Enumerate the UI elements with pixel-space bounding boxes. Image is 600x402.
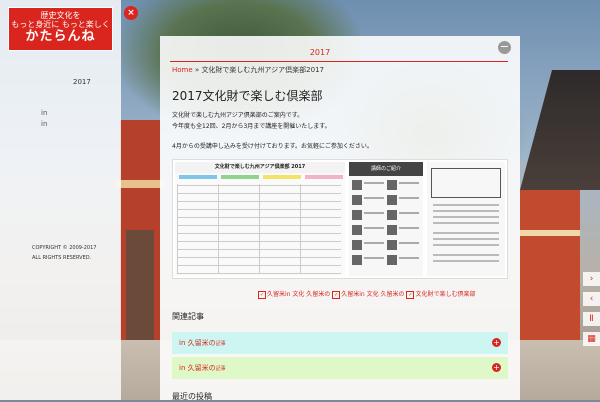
site-logo[interactable]: 歴史文化を もっと身近に もっと楽しく かたらんね — [8, 7, 113, 51]
logo-name: かたらんね — [25, 29, 96, 44]
accordion-item-2-label: in 久留米の記事 — [179, 363, 226, 373]
rights-text: ALL RIGHTS RESERVED. — [32, 255, 92, 261]
tag-3-label: 文化財で楽しむ倶楽部 — [415, 291, 476, 298]
post-title: 2017文化財で楽しむ倶楽部 — [172, 89, 323, 103]
lecturer-flyer: 講師のご紹介 — [349, 162, 423, 276]
event-flyer-image[interactable]: 文化財で楽しむ九州アジア倶楽部 2017 講師のご紹介 — [172, 159, 508, 279]
schedule-flyer: 文化財で楽しむ九州アジア倶楽部 2017 — [175, 162, 345, 276]
accordion-item-1-title: in 久留米の — [179, 339, 216, 347]
tag-3[interactable]: ✓ 文化財で楽しむ倶楽部 — [406, 290, 476, 299]
breadcrumb: Home » 文化財で楽しむ九州アジア倶楽部2017 — [172, 65, 324, 75]
tag-1-label: 久留米in 文化 久留米の — [267, 291, 331, 298]
flyer-column-blue — [179, 175, 217, 179]
panel-title: 2017 — [309, 48, 331, 57]
flyer-schedule-grid — [177, 184, 341, 274]
collapse-panel-button[interactable]: − — [498, 41, 511, 54]
accordion-item-2[interactable]: in 久留米の記事 + — [172, 357, 508, 379]
expand-icon[interactable]: + — [492, 338, 501, 347]
sidebar: 歴史文化を もっと身近に もっと楽しく かたらんね 2017 in in COP… — [0, 0, 121, 400]
copyright-text: COPYRIGHT © 2009-2017 — [32, 245, 97, 251]
accordion-item-2-sub: 記事 — [215, 366, 226, 372]
breadcrumb-home[interactable]: Home — [172, 66, 193, 74]
check-icon: ✓ — [332, 290, 341, 299]
accordion-item-1[interactable]: in 久留米の記事 + — [172, 332, 508, 354]
logo-line2: もっと身近に もっと楽しく — [11, 20, 110, 29]
title-divider — [170, 61, 508, 62]
tag-2-label: 久留米in 文化 久留米の — [341, 291, 405, 298]
check-icon: ✓ — [258, 290, 266, 299]
breadcrumb-current: 文化財で楽しむ九州アジア倶楽部2017 — [201, 66, 324, 74]
copyright: COPYRIGHT © 2009-2017 ALL RIGHTS RESERVE… — [32, 243, 118, 263]
logo-line1: 歴史文化を — [40, 11, 81, 20]
content-panel: 2017 − Home » 文化財で楽しむ九州アジア倶楽部2017 2017文化… — [160, 36, 520, 401]
accordion-item-2-title: in 久留米の — [179, 364, 216, 372]
tag-list: ✓ 久留米in 文化 久留米の ✓ 久留米in 文化 久留米の ✓ 文化財で楽しむ倶楽… — [258, 289, 475, 299]
sidebar-item-in-1[interactable]: in — [41, 109, 47, 117]
expand-icon[interactable]: + — [492, 363, 501, 372]
grid-view-button[interactable]: ▦ — [583, 332, 600, 346]
post-paragraph-2: 4月からの受講申し込みを受け付けております。お気軽にご参加ください。 — [172, 143, 373, 150]
sidebar-item-in-2[interactable]: in — [41, 120, 47, 128]
post-paragraph-1: 文化財で楽しむ九州アジア倶楽部のご案内です。 今年度も全12回、2月から3月まで… — [172, 110, 331, 132]
lecturer-flyer-title: 講師のご紹介 — [349, 162, 423, 176]
prev-slide-button[interactable]: ‹ — [583, 292, 600, 306]
breadcrumb-separator: » — [194, 66, 200, 74]
flyer-column-yellow — [263, 175, 301, 179]
flyer-column-green — [221, 175, 259, 179]
related-posts-heading: 関連記事 — [172, 312, 204, 321]
post-paragraph-1-line-1: 文化財で楽しむ九州アジア倶楽部のご案内です。 — [172, 112, 304, 119]
recent-posts-heading: 最近の投稿 — [172, 392, 212, 401]
close-sidebar-button[interactable]: × — [124, 6, 138, 20]
pause-slideshow-button[interactable]: Ⅱ — [583, 312, 600, 326]
schedule-flyer-title: 文化財で楽しむ九州アジア倶楽部 2017 — [175, 162, 345, 173]
next-slide-button[interactable]: › — [583, 272, 600, 286]
tag-2[interactable]: ✓ 久留米in 文化 久留米の — [332, 290, 405, 299]
accordion-item-1-label: in 久留米の記事 — [179, 338, 226, 348]
sidebar-item-2017[interactable]: 2017 — [73, 78, 91, 86]
application-flyer — [427, 162, 505, 276]
tag-1[interactable]: ✓ 久留米in 文化 久留米の — [258, 290, 331, 299]
flyer-column-pink — [305, 175, 343, 179]
accordion-item-1-sub: 記事 — [215, 341, 226, 347]
check-icon: ✓ — [406, 290, 415, 299]
post-paragraph-1-line-2: 今年度も全12回、2月から3月まで講座を開催いたします。 — [172, 123, 331, 130]
